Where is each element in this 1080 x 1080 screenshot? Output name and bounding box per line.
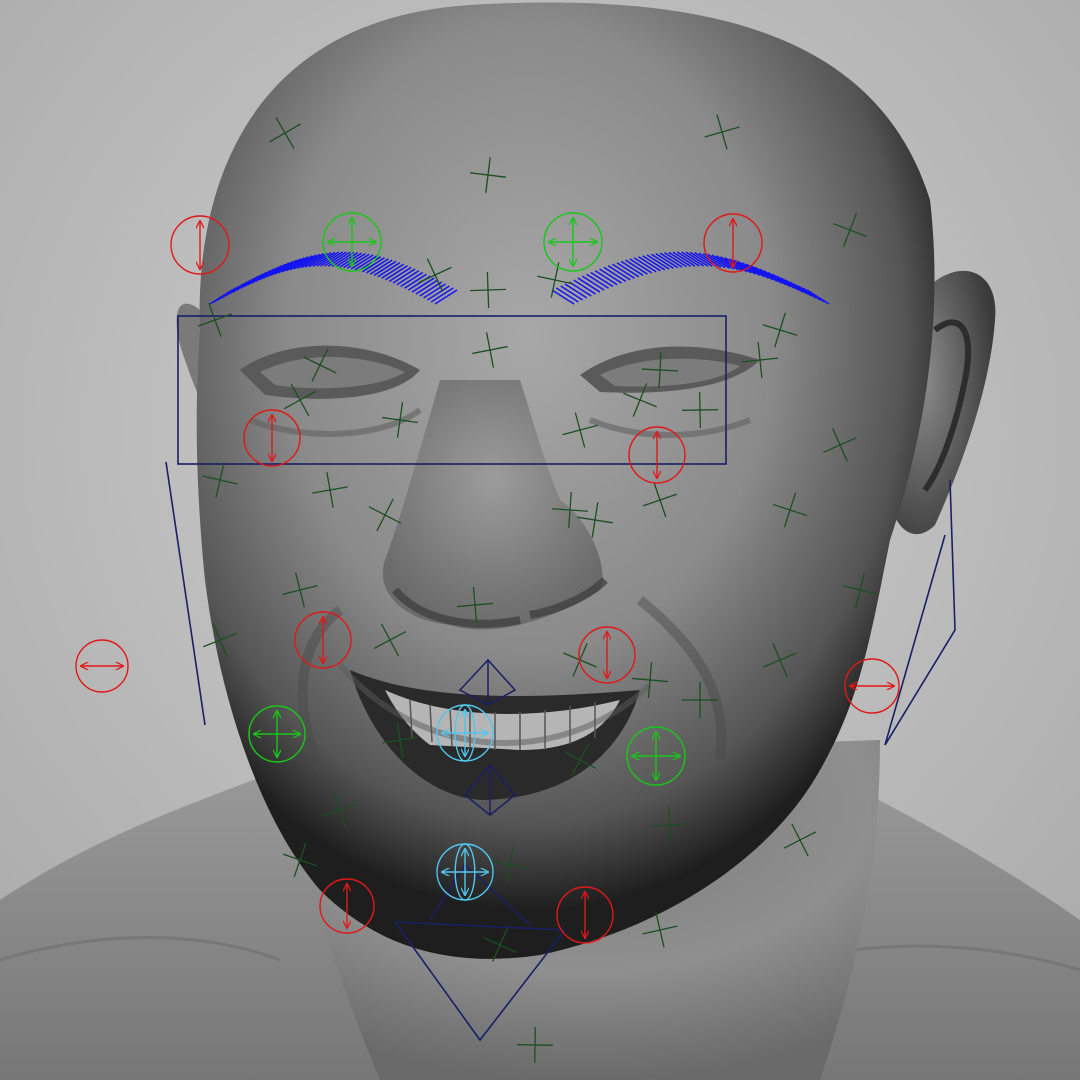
control-mouth-corner-left[interactable] — [248, 705, 306, 763]
control-jaw-center[interactable] — [436, 843, 494, 901]
control-mouth-corner-right[interactable] — [626, 726, 686, 786]
control-brow-inner-left[interactable] — [322, 212, 382, 272]
control-brow-inner-right[interactable] — [543, 212, 603, 272]
maya-viewport[interactable] — [0, 0, 1080, 1080]
control-lip-center[interactable] — [436, 704, 494, 762]
